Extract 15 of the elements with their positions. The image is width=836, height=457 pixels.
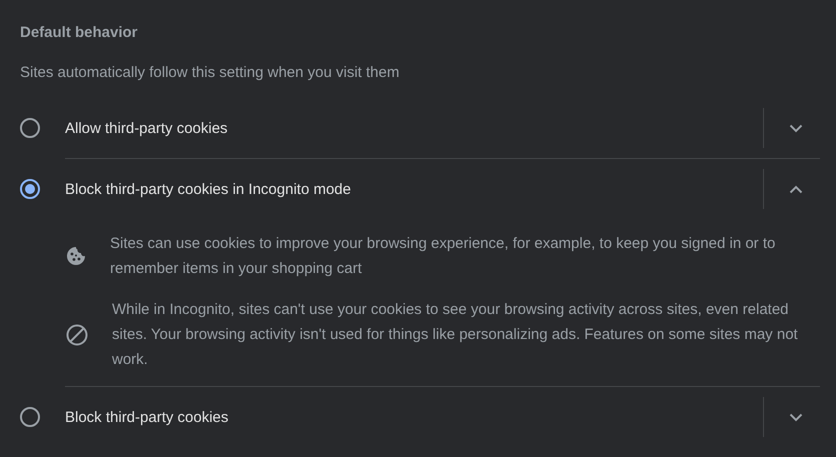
chevron-down-icon <box>789 412 803 422</box>
detail-text: While in Incognito, sites can't use your cookies to see your browsing activity across sites, even related sites. Your browsing activity isn't used for things like personalizing ads. Features on some sites may not work. <box>112 300 799 370</box>
chevron-down-icon <box>789 124 803 132</box>
chevron-up-icon <box>789 184 803 194</box>
radio-button[interactable] <box>20 179 40 199</box>
radio-button[interactable] <box>20 118 40 138</box>
section-title: Default behavior <box>20 24 139 43</box>
option-label[interactable]: Block third-party cookies in Incognito mode <box>65 180 763 198</box>
cookie-icon <box>66 246 86 266</box>
detail-text: Sites can use cookies to improve your browsing experience, for example, to keep you signed in or to remember items in your shopping cart <box>110 234 776 279</box>
option-label[interactable]: Block third-party cookies <box>65 408 763 426</box>
option-label[interactable]: Allow third-party cookies <box>65 120 763 136</box>
section-description: Sites automatically follow this setting when you visit them <box>20 64 400 83</box>
block-icon <box>66 324 88 346</box>
radio-button[interactable] <box>20 407 40 427</box>
